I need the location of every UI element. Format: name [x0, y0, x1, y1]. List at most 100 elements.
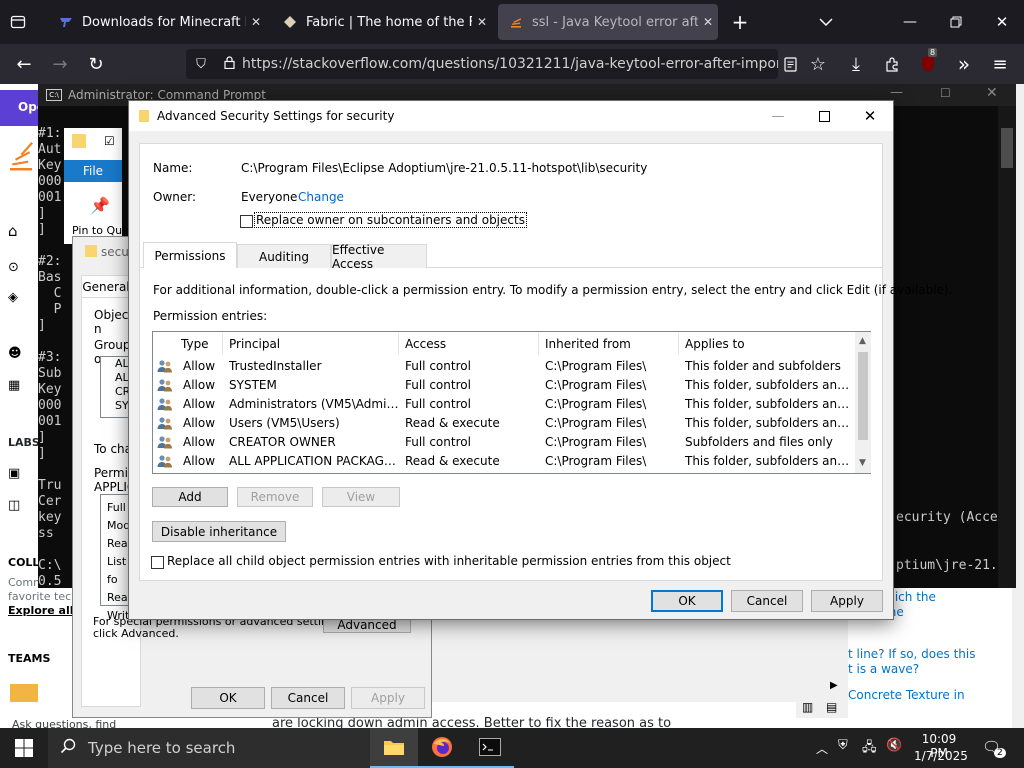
- replace-owner-checkbox[interactable]: [240, 215, 253, 228]
- permission-entry-row[interactable]: Allow Users (VM5\Users) Read & execute C:\P…: [153, 413, 853, 432]
- windows-start-icon[interactable]: [0, 728, 48, 768]
- show-hidden-icons[interactable]: ︿: [816, 740, 828, 757]
- tab-permissions[interactable]: Permissions: [143, 242, 237, 268]
- cmd-output-line: Bas: [38, 270, 62, 285]
- change-owner-link[interactable]: Change: [298, 190, 344, 204]
- maximize-icon[interactable]: ☐: [940, 86, 951, 100]
- security-tray-icon[interactable]: ⛨: [838, 738, 848, 753]
- replace-child-permissions-checkbox[interactable]: [151, 556, 164, 569]
- replace-child-permissions-label[interactable]: Replace all child object permission entr…: [167, 554, 731, 568]
- stackoverflow-logo[interactable]: [8, 142, 34, 177]
- tab-minecraft-forge[interactable]: Downloads for Minecraft Forge ✕: [48, 4, 266, 40]
- list-all-tabs-icon[interactable]: [812, 8, 840, 36]
- reader-view-icon[interactable]: [776, 50, 804, 78]
- close-window-icon[interactable]: ✕: [988, 8, 1016, 36]
- taskbar-search-box[interactable]: Type here to search: [48, 728, 370, 768]
- users-icon[interactable]: ☻: [8, 346, 22, 361]
- permission-entry-row[interactable]: Allow TrustedInstaller Full control C:\Prog…: [153, 356, 853, 375]
- ribbon-file-tab[interactable]: File: [64, 160, 122, 182]
- firefox-view-icon[interactable]: [4, 8, 32, 36]
- cmd-scroll-thumb[interactable]: [1001, 128, 1013, 168]
- add-button[interactable]: Add: [152, 487, 228, 507]
- list-scrollbar[interactable]: ▲ ▼: [855, 332, 871, 473]
- bookmark-star-icon[interactable]: ☆: [804, 50, 832, 78]
- minimize-icon[interactable]: —: [890, 85, 903, 100]
- restore-icon[interactable]: [942, 8, 970, 36]
- questions-icon[interactable]: ⊙: [8, 260, 19, 275]
- permission-entry-row[interactable]: Allow ALL APPLICATION PACKAGES Read & exec…: [153, 451, 853, 470]
- scroll-down-icon[interactable]: ▼: [859, 458, 866, 468]
- permission-entry-row[interactable]: Allow Administrators (VM5\Admini... Full c…: [153, 394, 853, 413]
- column-header-access[interactable]: Access: [399, 333, 539, 355]
- tab-auditing[interactable]: Auditing: [237, 244, 331, 268]
- cell-inherited-from: C:\Program Files\: [545, 396, 647, 411]
- hamburger-menu-icon[interactable]: ≡: [986, 50, 1014, 78]
- replace-owner-label[interactable]: Replace owner on subcontainers and objec…: [254, 212, 527, 228]
- large-icons-view-icon[interactable]: ▤: [826, 700, 837, 714]
- permission-entry-row[interactable]: Allow SYSTEM Full control C:\Program Files\…: [153, 375, 853, 394]
- terminal-taskbar-icon[interactable]: [466, 728, 514, 768]
- close-tab-icon[interactable]: ✕: [698, 15, 718, 29]
- cancel-button[interactable]: Cancel: [731, 590, 803, 612]
- scroll-right-icon[interactable]: ▶: [830, 680, 838, 691]
- close-tab-icon[interactable]: ✕: [246, 15, 266, 29]
- tags-icon[interactable]: ◈: [8, 290, 18, 305]
- scroll-up-icon[interactable]: ▲: [859, 336, 866, 346]
- overflow-menu-icon[interactable]: »: [950, 50, 978, 78]
- teams-heading: TEAMS: [8, 652, 51, 665]
- clock-date[interactable]: 1/7/2025: [914, 749, 968, 763]
- permission-entry-row[interactable]: Allow CREATOR OWNER Full control C:\Program…: [153, 432, 853, 451]
- advanced-security-settings-dialog[interactable]: Advanced Security Settings for security …: [128, 100, 952, 620]
- column-header-inherited-from[interactable]: Inherited from: [539, 333, 679, 355]
- dialog-title-bar[interactable]: Advanced Security Settings for security …: [129, 101, 893, 131]
- forward-icon[interactable]: →: [46, 50, 74, 78]
- promo-banner[interactable]: Ope: [0, 90, 45, 126]
- cancel-button[interactable]: Cancel: [271, 687, 345, 709]
- shield-icon[interactable]: ⛉: [186, 57, 216, 72]
- minimize-icon[interactable]: —: [755, 101, 801, 131]
- volume-muted-icon[interactable]: 🔇: [886, 738, 902, 753]
- details-view-icon[interactable]: ▥: [802, 700, 813, 714]
- scroll-thumb[interactable]: [858, 352, 868, 440]
- cmd-scrollbar[interactable]: [998, 106, 1016, 588]
- maximize-icon[interactable]: [801, 101, 847, 131]
- discussions-icon[interactable]: ◫: [8, 498, 20, 513]
- close-icon[interactable]: ✕: [986, 85, 998, 101]
- column-header-applies-to[interactable]: Applies to: [679, 333, 853, 355]
- reload-icon[interactable]: ↻: [82, 50, 110, 78]
- companies-icon[interactable]: ▦: [8, 378, 20, 393]
- explore-all-link[interactable]: Explore all: [8, 604, 74, 617]
- url-text[interactable]: https://stackoverflow.com/questions/1032…: [242, 56, 778, 72]
- related-question-link[interactable]: t line? If so, does this: [848, 647, 975, 661]
- network-icon[interactable]: 🖧: [862, 738, 877, 760]
- apply-button[interactable]: Apply: [811, 590, 883, 612]
- close-tab-icon[interactable]: ✕: [472, 15, 492, 29]
- column-header-type[interactable]: Type: [153, 333, 223, 355]
- file-explorer-taskbar-icon[interactable]: [370, 728, 418, 768]
- remove-button[interactable]: Remove: [237, 487, 313, 507]
- tab-effective-access[interactable]: Effective Access: [331, 243, 427, 271]
- tab-stackoverflow-active[interactable]: ssl - Java Keytool error after imp ✕: [498, 4, 718, 40]
- disable-inheritance-button[interactable]: Disable inheritance: [152, 521, 286, 542]
- jobs-icon[interactable]: ▣: [8, 466, 20, 481]
- minimize-icon[interactable]: —: [896, 8, 924, 36]
- back-icon[interactable]: ←: [10, 50, 38, 78]
- ok-button[interactable]: OK: [191, 687, 265, 709]
- permission-entries-list[interactable]: Type Principal Access Inherited from App…: [152, 331, 871, 474]
- view-button[interactable]: View: [322, 487, 400, 507]
- firefox-taskbar-icon[interactable]: [418, 728, 466, 768]
- extensions-icon[interactable]: [878, 50, 906, 78]
- tab-fabric[interactable]: Fabric | The home of the Fabric ✕: [272, 4, 492, 40]
- related-question-link[interactable]: Concrete Texture in: [848, 688, 965, 702]
- home-icon[interactable]: ⌂: [8, 222, 18, 240]
- tab-general[interactable]: General: [81, 275, 131, 297]
- url-bar[interactable]: ⛉ https://stackoverflow.com/questions/10…: [186, 49, 778, 79]
- ok-button[interactable]: OK: [651, 590, 723, 612]
- new-tab-button[interactable]: +: [726, 8, 754, 36]
- close-icon[interactable]: ✕: [847, 101, 893, 131]
- column-header-principal[interactable]: Principal: [223, 333, 399, 355]
- related-question-link[interactable]: t is a wave?: [848, 662, 919, 676]
- ublock-icon[interactable]: 8: [914, 48, 942, 78]
- downloads-icon[interactable]: ⤓: [842, 50, 870, 78]
- apply-button[interactable]: Apply: [351, 687, 425, 709]
